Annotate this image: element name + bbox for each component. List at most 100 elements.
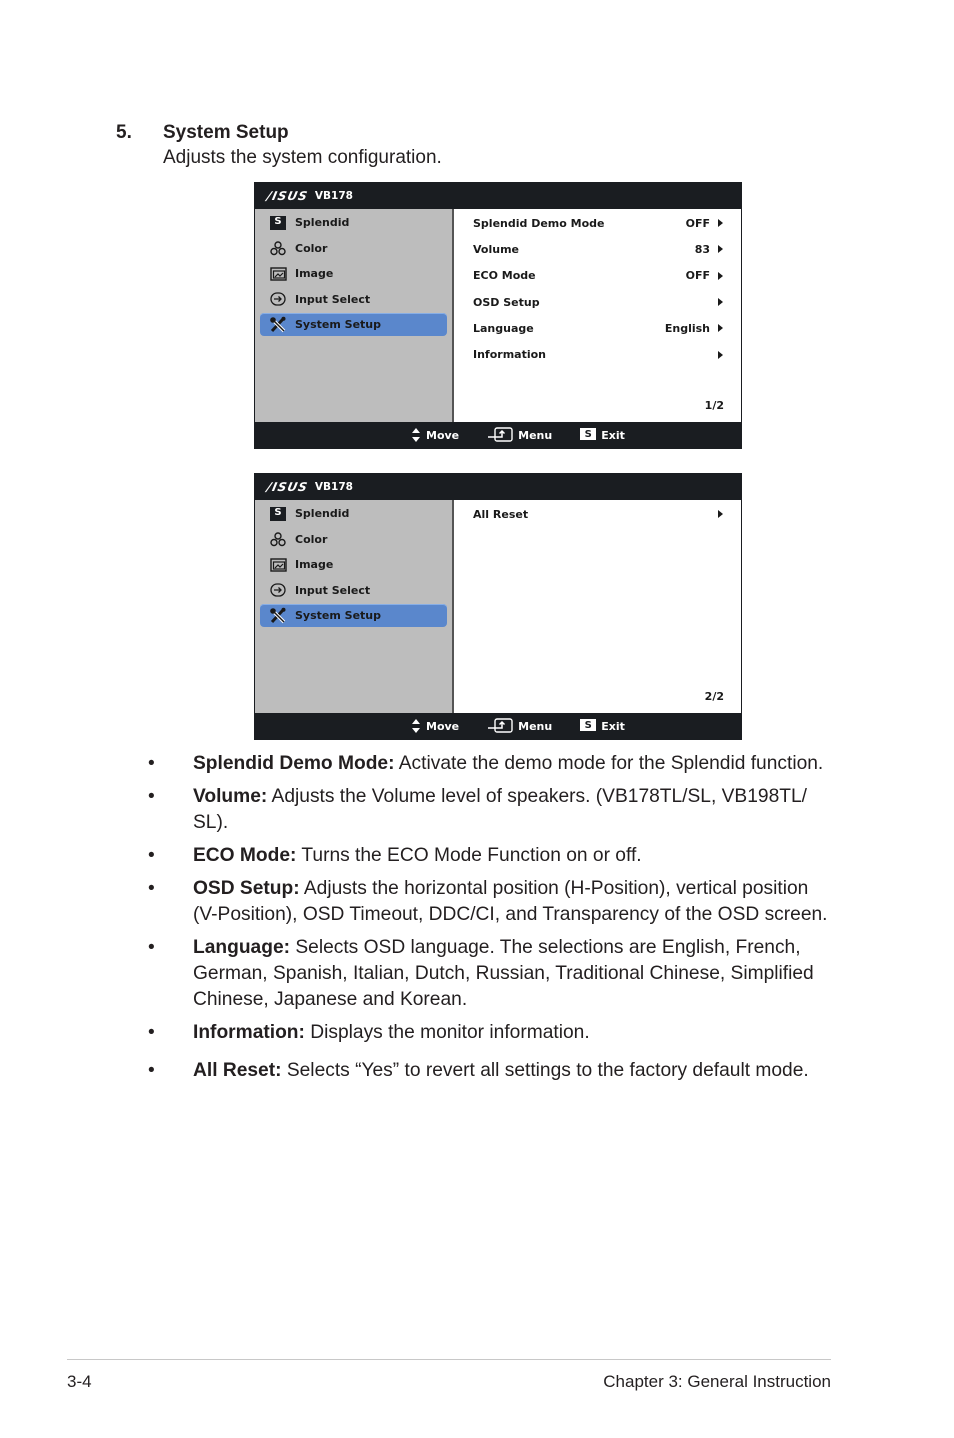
osd-footer-menu-label: Menu: [518, 719, 553, 733]
asus-logo: /ISUS: [265, 189, 310, 203]
osd-nav-item-splendid[interactable]: S Splendid: [255, 501, 452, 527]
splendid-s-icon: S: [269, 506, 287, 522]
feature-bullet-list: • Splendid Demo Mode: Activate the demo …: [148, 751, 838, 1091]
input-select-icon: [269, 291, 287, 307]
splendid-s-icon: S: [269, 215, 287, 231]
bullet-volume: • Volume: Adjusts the Volume level of sp…: [148, 784, 838, 836]
osd-footer-exit-label: Exit: [601, 428, 625, 442]
osd-nav-item-splendid[interactable]: S Splendid: [255, 210, 452, 236]
osd-footer-move-label: Move: [426, 428, 460, 442]
bullet-text: Turns the ECO Mode Function on or off.: [296, 845, 642, 866]
osd-option-information[interactable]: Information: [454, 341, 741, 367]
osd-footer-menu-label: Menu: [518, 428, 553, 442]
bullet-term: Volume:: [193, 786, 268, 807]
bullet-text: Adjusts the Volume level of speakers. (V…: [193, 786, 807, 833]
osd-option-label: Splendid Demo Mode: [473, 216, 605, 230]
bullet-splendid-demo-mode: • Splendid Demo Mode: Activate the demo …: [148, 751, 838, 777]
osd-footer-exit: S Exit: [580, 719, 625, 733]
bullet-glyph: •: [148, 845, 155, 866]
osd-option-all-reset[interactable]: All Reset: [454, 501, 741, 527]
bullet-term: Information:: [193, 1022, 305, 1043]
bullet-glyph: •: [148, 1060, 155, 1081]
osd-nav-label: Input Select: [295, 583, 371, 597]
bullet-all-reset: • All Reset: Selects “Yes” to revert all…: [148, 1058, 838, 1084]
osd-option-volume[interactable]: Volume 83: [454, 236, 741, 262]
osd-option-splendid-demo-mode[interactable]: Splendid Demo Mode OFF: [454, 210, 741, 236]
bullet-glyph: •: [148, 937, 155, 958]
image-icon: [269, 266, 287, 282]
osd-footer-move: Move: [411, 718, 459, 734]
image-icon: [269, 557, 287, 573]
arrow-right-icon: [718, 298, 723, 307]
section-title: System Setup: [163, 122, 289, 143]
section-number: 5.: [116, 122, 132, 143]
osd-nav-item-system-setup[interactable]: System Setup: [260, 313, 447, 336]
osd-nav-label: System Setup: [295, 318, 381, 331]
osd-page-indicator: 2/2: [704, 690, 724, 703]
osd-nav-label: Splendid: [295, 216, 350, 230]
osd-model-name: VB178: [314, 190, 353, 202]
osd-option-value: OFF: [685, 216, 710, 230]
osd-options-panel: Splendid Demo Mode OFF Volume 83 ECO Mod…: [454, 209, 741, 422]
osd-nav-item-color[interactable]: Color: [255, 527, 452, 553]
osd-nav-item-image[interactable]: Image: [255, 261, 452, 287]
osd-screenshot-page-2: /ISUS VB178 S Splendid Color Image Input…: [254, 473, 742, 740]
arrow-right-icon: [718, 510, 723, 519]
osd-option-label: Information: [473, 348, 546, 362]
color-icon: [269, 240, 287, 256]
up-down-arrows-icon: [411, 427, 421, 443]
bullet-term: All Reset:: [193, 1060, 282, 1081]
chapter-title: Chapter 3: General Instruction: [603, 1372, 831, 1391]
arrow-right-icon: [718, 350, 723, 359]
osd-option-label: ECO Mode: [473, 269, 536, 283]
osd-nav-item-input-select[interactable]: Input Select: [255, 287, 452, 313]
osd-footer-exit: S Exit: [580, 428, 625, 442]
osd-option-label: All Reset: [473, 507, 529, 521]
osd-page-indicator: 1/2: [704, 399, 724, 412]
bullet-information: • Information: Displays the monitor info…: [148, 1020, 838, 1046]
osd-option-eco-mode[interactable]: ECO Mode OFF: [454, 263, 741, 289]
bullet-eco-mode: • ECO Mode: Turns the ECO Mode Function …: [148, 843, 838, 869]
asus-logo: /ISUS: [265, 480, 310, 494]
osd-nav-item-system-setup[interactable]: System Setup: [260, 604, 447, 627]
osd-nav-label: Splendid: [295, 507, 350, 521]
osd-nav-item-input-select[interactable]: Input Select: [255, 578, 452, 604]
osd-footer-menu: Menu: [487, 718, 552, 734]
up-down-arrows-icon: [411, 718, 421, 734]
bullet-osd-setup: • OSD Setup: Adjusts the horizontal posi…: [148, 876, 838, 928]
osd-option-label: OSD Setup: [473, 295, 540, 309]
osd-option-osd-setup[interactable]: OSD Setup: [454, 289, 741, 315]
osd-header: /ISUS VB178: [255, 183, 741, 209]
color-icon: [269, 531, 287, 547]
osd-footer: Move Menu S Exit: [255, 713, 741, 739]
osd-option-language[interactable]: Language English: [454, 315, 741, 341]
osd-footer: Move Menu S Exit: [255, 422, 741, 448]
bullet-glyph: •: [148, 753, 155, 774]
bullet-glyph: •: [148, 1022, 155, 1043]
menu-enter-icon: [487, 427, 513, 443]
bullet-language: • Language: Selects OSD language. The se…: [148, 935, 838, 1013]
osd-nav-panel: S Splendid Color Image Input Select Syst…: [255, 500, 454, 713]
bullet-text: Selects “Yes” to revert all settings to …: [281, 1060, 809, 1081]
osd-nav-item-color[interactable]: Color: [255, 236, 452, 262]
osd-footer-move: Move: [411, 427, 459, 443]
osd-nav-panel: S Splendid Color Image Input Select Syst…: [255, 209, 454, 422]
arrow-right-icon: [718, 245, 723, 254]
osd-footer-move-label: Move: [426, 719, 460, 733]
footer-divider: [67, 1359, 831, 1360]
bullet-text: Activate the demo mode for the Splendid …: [394, 753, 824, 774]
system-setup-icon: [269, 607, 287, 624]
osd-nav-label: Color: [295, 532, 328, 546]
bullet-glyph: •: [148, 786, 155, 807]
osd-option-value: OFF: [685, 269, 710, 283]
osd-option-label: Volume: [473, 242, 519, 256]
osd-nav-item-image[interactable]: Image: [255, 552, 452, 578]
arrow-right-icon: [718, 324, 723, 333]
osd-nav-label: System Setup: [295, 609, 381, 622]
bullet-term: Language:: [193, 937, 291, 958]
osd-nav-label: Input Select: [295, 292, 371, 306]
splendid-s-key-icon: S: [580, 719, 597, 733]
osd-option-label: Language: [473, 321, 534, 335]
splendid-s-key-icon: S: [580, 428, 597, 442]
section-description: Adjusts the system configuration.: [163, 147, 442, 168]
